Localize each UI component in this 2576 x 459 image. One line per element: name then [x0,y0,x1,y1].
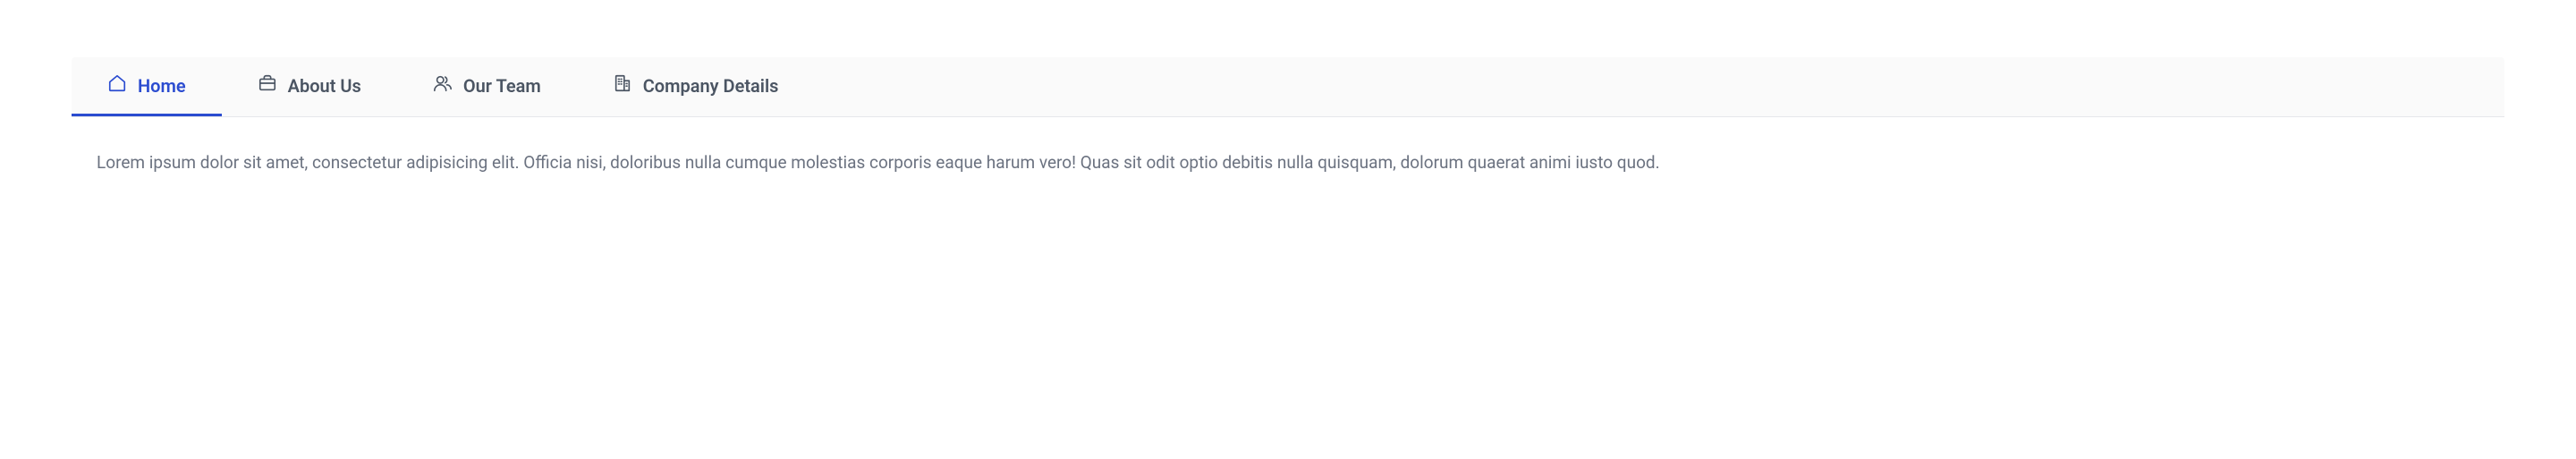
content-body: Lorem ipsum dolor sit amet, consectetur … [97,149,2479,176]
tab-about-us[interactable]: About Us [222,57,397,116]
building-icon [613,73,632,98]
tab-our-team[interactable]: Our Team [397,57,577,116]
users-icon [433,73,453,98]
tab-navigation: Home About Us Our Team [72,57,2504,117]
tab-content-panel: Lorem ipsum dolor sit amet, consectetur … [72,117,2504,185]
tab-label: About Us [288,75,361,97]
briefcase-icon [258,73,277,98]
tab-home[interactable]: Home [72,57,222,116]
tab-label: Home [138,75,186,97]
tab-company-details[interactable]: Company Details [577,57,815,116]
tab-label: Company Details [643,75,779,97]
home-icon [107,73,127,98]
tab-label: Our Team [463,75,541,97]
